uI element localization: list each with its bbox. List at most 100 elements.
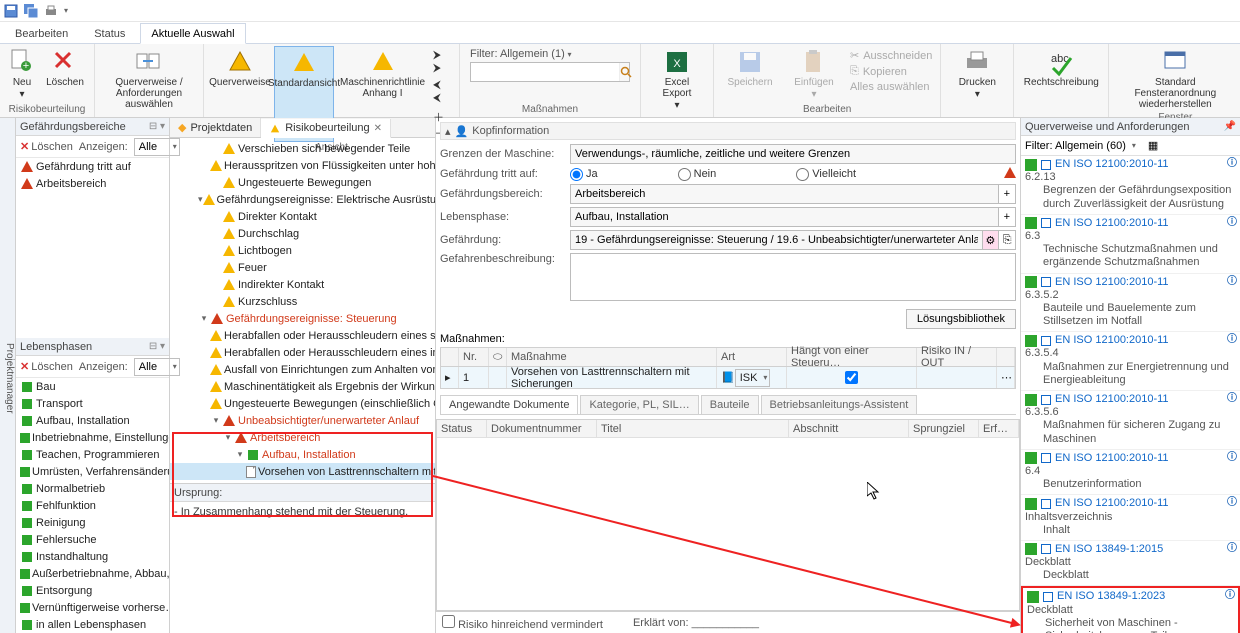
limits-field[interactable] (570, 144, 1016, 164)
art-dropdown[interactable]: ISK (735, 369, 771, 387)
lp-item[interactable]: Umrüsten, Verfahrensänderung (16, 463, 169, 480)
search-icon[interactable] (619, 63, 632, 81)
tab-bearbeiten[interactable]: Bearbeiten (4, 23, 79, 43)
tree-node[interactable]: ▾Aufbau, Installation (170, 446, 435, 463)
tree-node[interactable]: ▾Arbeitsbereich (170, 429, 435, 446)
tree-node[interactable]: Durchschlag (170, 225, 435, 242)
expand-icon[interactable]: ⮞ ⮞ (431, 48, 453, 76)
tab-status[interactable]: Status (83, 23, 136, 43)
subtab-parts[interactable]: Bauteile (701, 395, 759, 414)
tree-node[interactable]: Ungesteuerte Bewegungen (170, 174, 435, 191)
tree-node[interactable]: Feuer (170, 259, 435, 276)
tree-node[interactable]: ▾Gefährdungsereignisse: Steuerung (170, 310, 435, 327)
tree-node[interactable]: Ungesteuerte Bewegungen (einschließlich … (170, 395, 435, 412)
tree-node[interactable]: Herabfallen oder Herausschleudern eines … (170, 344, 435, 361)
hazard-field[interactable] (570, 230, 983, 250)
subtab-manual[interactable]: Betriebsanleitungs-Assistent (761, 395, 918, 414)
lp-item[interactable]: Normalbetrieb (16, 480, 169, 497)
lp-delete-button[interactable]: ✕Löschen (20, 360, 73, 373)
pin-icon[interactable]: ⊟ ▾ (149, 121, 165, 132)
pin-icon[interactable]: 📌 (1224, 121, 1236, 132)
new-button[interactable]: +Neu▾ (6, 46, 38, 102)
reference-item[interactable]: EN ISO 12100:2010-116.3.5.6Maßnahmen für… (1021, 391, 1240, 450)
gb-item[interactable]: Arbeitsbereich (16, 175, 169, 192)
measures-grid-row[interactable]: ▸ 1 Vorsehen von Lasttrennschaltern mit … (440, 367, 1016, 389)
right-filter-label[interactable]: Filter: Allgemein (60) (1025, 140, 1126, 152)
subtab-category[interactable]: Kategorie, PL, SIL… (580, 395, 698, 414)
tree-node[interactable]: Direkter Kontakt (170, 208, 435, 225)
lp-item[interactable]: Fehlersuche (16, 531, 169, 548)
reference-list[interactable]: EN ISO 12100:2010-116.2.13Begrenzen der … (1021, 156, 1240, 633)
lp-item[interactable]: Vernünftigerweise vorherse… (16, 599, 169, 616)
tile-icon[interactable]: ▦ (1148, 139, 1158, 152)
desc-textarea[interactable] (570, 253, 1016, 301)
reference-item[interactable]: EN ISO 12100:2010-116.3Technische Schutz… (1021, 215, 1240, 274)
lp-item[interactable]: Bau (16, 378, 169, 395)
search-input[interactable] (471, 63, 619, 81)
lp-item[interactable]: in allen Lebensphasen (16, 616, 169, 633)
search-box[interactable] (470, 62, 630, 82)
qat-dropdown-icon[interactable]: ▾ (64, 6, 68, 15)
radio-maybe[interactable]: Vielleicht (796, 168, 856, 181)
tree-node[interactable]: Kurzschluss (170, 293, 435, 310)
qref-select-button[interactable]: Querverweise / Anforderungen auswählen (101, 46, 197, 112)
lp-item[interactable]: Teachen, Programmieren (16, 446, 169, 463)
subtab-docs[interactable]: Angewandte Dokumente (440, 395, 578, 414)
gb-delete-button[interactable]: ✕Löschen (20, 140, 73, 153)
print-button[interactable]: Drucken▾ (947, 46, 1007, 102)
radio-no[interactable]: Nein (678, 168, 717, 181)
tree-node[interactable]: Maschinentätigkeit als Ergebnis der Wirk… (170, 378, 435, 395)
saveall-icon[interactable] (24, 4, 38, 18)
lp-item[interactable]: Instandhaltung (16, 548, 169, 565)
lp-item[interactable]: Außerbetriebnahme, Abbau, … (16, 565, 169, 582)
hazard-btn1[interactable]: ⚙ (983, 230, 1000, 250)
risk-reduced-checkbox[interactable]: Risiko hinreichend vermindert (442, 615, 603, 631)
lp-item[interactable]: Inbetriebnahme, Einstellungen (16, 429, 169, 446)
save-icon[interactable] (4, 4, 18, 18)
doctab-projektdaten[interactable]: ◆Projektdaten (170, 118, 261, 137)
collapse-icon[interactable]: ▴ (445, 125, 451, 138)
tree-node[interactable]: Herabfallen oder Herausschleudern eines … (170, 327, 435, 344)
tree-node[interactable]: Lichtbogen (170, 242, 435, 259)
delete-button[interactable]: Löschen (42, 46, 88, 102)
winrestore-button[interactable]: Standard Fensteranordnung wiederherstell… (1115, 46, 1235, 112)
reference-item[interactable]: EN ISO 12100:2010-116.2.13Begrenzen der … (1021, 156, 1240, 215)
lp-item[interactable]: Aufbau, Installation (16, 412, 169, 429)
depends-checkbox[interactable] (845, 371, 858, 384)
tree-node[interactable]: Ausfall von Einrichtungen zum Anhalten v… (170, 361, 435, 378)
tree-node[interactable]: ▾Gefährdungsereignisse: Elektrische Ausr… (170, 191, 435, 208)
reference-item[interactable]: EN ISO 13849-1:2023DeckblattSicherheit v… (1021, 586, 1240, 633)
phase-field[interactable] (570, 207, 999, 227)
pin-icon[interactable]: ⊟ ▾ (149, 341, 165, 352)
hazard-btn2[interactable]: ⎘ (999, 230, 1016, 250)
tree-node[interactable]: Herausspritzen von Flüssigkeiten unter h… (170, 157, 435, 174)
excel-button[interactable]: XExcel Export▾ (647, 46, 707, 113)
lp-item[interactable]: Reinigung (16, 514, 169, 531)
lp-item[interactable]: Transport (16, 395, 169, 412)
tree-node[interactable]: Vorsehen von Lasttrennschaltern mit Sich… (170, 463, 435, 480)
tree-node[interactable]: ▾Unbeabsichtigter/unerwarteter Anlauf (170, 412, 435, 429)
reference-item[interactable]: EN ISO 12100:2010-116.3.5.4Maßnahmen zur… (1021, 332, 1240, 391)
area-add-button[interactable]: + (999, 184, 1016, 204)
doctab-risikobeurteilung[interactable]: Risikobeurteilung✕ (261, 119, 391, 138)
phase-add-button[interactable]: + (999, 207, 1016, 227)
lp-item[interactable]: Fehlfunktion (16, 497, 169, 514)
collapse-icon[interactable]: ⮜ ⮜ (431, 78, 453, 106)
print-icon[interactable] (44, 4, 58, 18)
tab-aktuelle-auswahl[interactable]: Aktuelle Auswahl (140, 23, 245, 44)
reference-item[interactable]: EN ISO 13849-1:2015DeckblattDeckblattⓘ (1021, 541, 1240, 587)
reference-item[interactable]: EN ISO 12100:2010-116.4Benutzerinformati… (1021, 450, 1240, 496)
close-tab-icon[interactable]: ✕ (374, 123, 382, 134)
tree-node[interactable]: Verschieben sich bewegender Teile (170, 140, 435, 157)
gb-item[interactable]: Gefährdung tritt auf (16, 158, 169, 175)
spell-button[interactable]: abcRechtschreibung (1020, 46, 1102, 90)
docs-grid[interactable]: Status Dokumentnummer Titel Abschnitt Sp… (436, 420, 1020, 611)
reference-item[interactable]: EN ISO 12100:2010-11InhaltsverzeichnisIn… (1021, 495, 1240, 541)
solution-lib-button[interactable]: Lösungsbibliothek (906, 309, 1016, 329)
lp-item[interactable]: Entsorgung (16, 582, 169, 599)
reference-item[interactable]: EN ISO 12100:2010-116.3.5.2Bauteile und … (1021, 274, 1240, 333)
projektmanager-tab[interactable]: Projektmanager (0, 118, 16, 633)
hazard-tree[interactable]: Verschieben sich bewegender TeileHerauss… (170, 138, 435, 483)
area-field[interactable] (570, 184, 999, 204)
radio-yes[interactable]: Ja (570, 168, 598, 181)
